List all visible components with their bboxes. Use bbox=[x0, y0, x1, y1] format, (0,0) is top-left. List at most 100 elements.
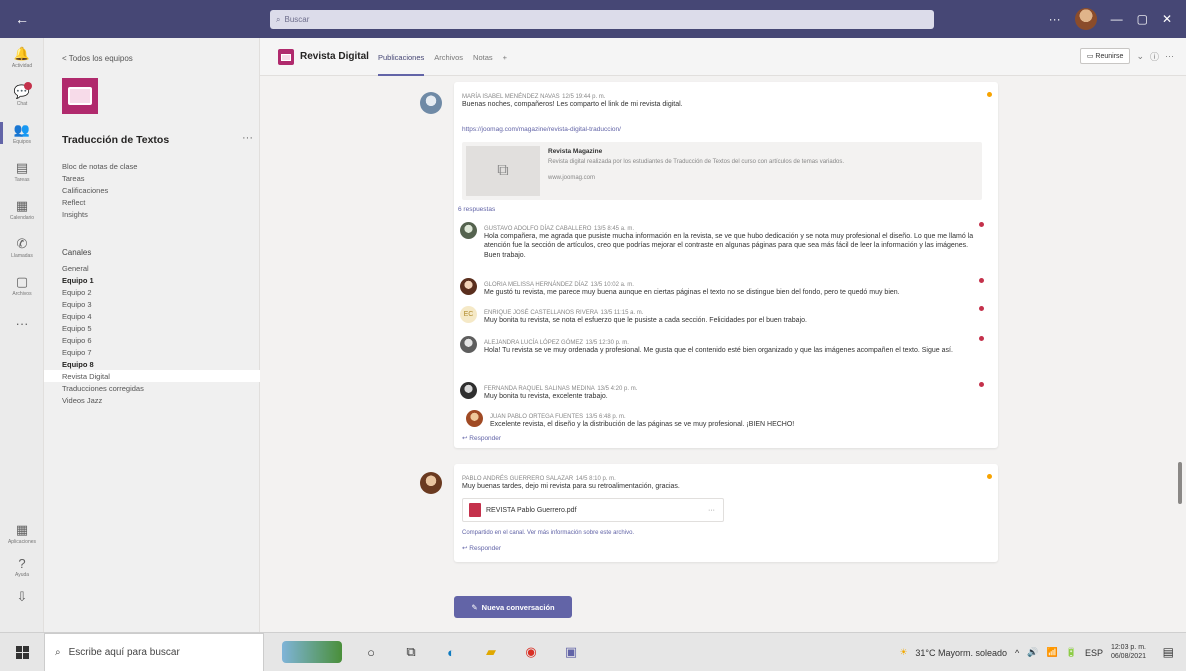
preview-url: www.joomag.com bbox=[548, 174, 596, 181]
bell-icon: 🔔 bbox=[13, 45, 31, 61]
back-arrow-icon[interactable]: ← bbox=[0, 0, 44, 38]
channel-item[interactable]: Traducciones corregidas bbox=[44, 382, 260, 394]
nav-grades[interactable]: Calificaciones bbox=[62, 184, 262, 196]
channel-item[interactable]: Equipo 6 bbox=[44, 334, 260, 346]
avatar bbox=[460, 278, 477, 295]
tasks-icon: ▤ bbox=[15, 159, 29, 175]
weather-icon: ☀ bbox=[899, 647, 908, 657]
channel-item[interactable]: Videos Jazz bbox=[44, 394, 260, 406]
taskbar-apps: ○ ⧉ ◐ ▰ ◉ ▣ bbox=[282, 641, 582, 663]
channel-item-selected[interactable]: Revista Digital bbox=[44, 370, 260, 382]
channels-heading: Canales bbox=[62, 248, 92, 257]
rail-calendar[interactable]: ▦ Calendario bbox=[0, 190, 44, 228]
rail-teams[interactable]: 👥 Equipos bbox=[0, 114, 44, 152]
cortana-icon[interactable]: ○ bbox=[360, 641, 382, 663]
nav-insights[interactable]: Insights bbox=[62, 208, 262, 220]
reply-text: Me gustó tu revista, me parece muy buena… bbox=[484, 289, 900, 296]
apps-icon: ▦ bbox=[15, 521, 29, 537]
link-preview[interactable]: ⧉ Revista Magazine Revista digital reali… bbox=[462, 142, 982, 200]
reaction-icon bbox=[987, 474, 992, 479]
rail-activity[interactable]: 🔔 Actividad bbox=[0, 38, 44, 76]
post-text: Muy buenas tardes, dejo mi revista para … bbox=[462, 483, 680, 490]
scrollbar[interactable] bbox=[1178, 462, 1182, 504]
taskbar-search-input[interactable]: ⌕ Escribe aquí para buscar bbox=[44, 632, 264, 671]
channel-item[interactable]: Equipo 5 bbox=[44, 322, 260, 334]
maximize-button[interactable]: ▢ bbox=[1137, 12, 1148, 26]
avatar-initials: EC bbox=[460, 306, 477, 323]
minimize-button[interactable]: — bbox=[1111, 12, 1123, 26]
volume-icon[interactable]: 🔊 bbox=[1027, 647, 1038, 658]
replies-collapse[interactable]: 6 respuestas bbox=[458, 206, 495, 213]
file-name: REVISTA Pablo Guerrero.pdf bbox=[486, 506, 577, 514]
weather-text[interactable]: 31°C Mayorm. soleado bbox=[915, 648, 1007, 658]
close-button[interactable]: ✕ bbox=[1162, 12, 1172, 26]
teams-icon[interactable]: ▣ bbox=[560, 641, 582, 663]
rail-help[interactable]: ? Ayuda bbox=[0, 552, 44, 582]
channel-item[interactable]: Equipo 1 bbox=[44, 274, 260, 286]
wifi-icon[interactable]: 📶 bbox=[1047, 647, 1058, 658]
reply-button[interactable]: ↩ Responder bbox=[462, 434, 501, 442]
reaction-icon bbox=[979, 382, 984, 387]
chrome-icon[interactable]: ◉ bbox=[520, 641, 542, 663]
nav-class-notebook[interactable]: Bloc de notas de clase bbox=[62, 160, 262, 172]
search-input[interactable]: ⌕ Buscar bbox=[270, 10, 934, 29]
channel-item[interactable]: Equipo 2 bbox=[44, 286, 260, 298]
reaction-icon bbox=[979, 222, 984, 227]
rail-download[interactable]: ⇩ bbox=[0, 582, 44, 612]
team-more-icon[interactable]: ··· bbox=[242, 132, 253, 144]
battery-icon[interactable]: 🔋 bbox=[1066, 647, 1077, 658]
notifications-icon[interactable]: ▤ bbox=[1163, 645, 1174, 659]
avatar bbox=[420, 92, 442, 114]
reply-button[interactable]: ↩ Responder bbox=[462, 544, 501, 552]
channel-tabs: Publicaciones Archivos Notas + bbox=[378, 38, 507, 76]
edge-icon[interactable]: ◐ bbox=[440, 641, 462, 663]
nav-assignments[interactable]: Tareas bbox=[62, 172, 262, 184]
user-avatar[interactable] bbox=[1074, 8, 1097, 30]
channel-item[interactable]: Equipo 7 bbox=[44, 346, 260, 358]
post-text: Buenas noches, compañeros! Les comparto … bbox=[462, 101, 683, 108]
system-tray: ☀ 31°C Mayorm. soleado ^ 🔊 📶 🔋 ESP 12:03… bbox=[899, 633, 1146, 671]
more-options-icon[interactable]: ··· bbox=[1049, 12, 1061, 26]
tab-notes[interactable]: Notas bbox=[473, 38, 493, 76]
rail-tasks[interactable]: ▤ Tareas bbox=[0, 152, 44, 190]
file-attachment[interactable]: REVISTA Pablo Guerrero.pdf ··· bbox=[462, 498, 724, 522]
post-link[interactable]: https://joomag.com/magazine/revista-digi… bbox=[462, 126, 621, 133]
reaction-icon bbox=[979, 336, 984, 341]
help-icon: ? bbox=[18, 556, 26, 571]
add-tab-button[interactable]: + bbox=[503, 38, 507, 76]
channel-item[interactable]: Equipo 4 bbox=[44, 310, 260, 322]
file-explorer-icon[interactable]: ▰ bbox=[480, 641, 502, 663]
app-rail: 🔔 Actividad 💬 Chat 👥 Equipos ▤ Tareas ▦ … bbox=[0, 38, 44, 632]
channel-list: General Equipo 1 Equipo 2 Equipo 3 Equip… bbox=[44, 262, 260, 406]
rail-chat[interactable]: 💬 Chat bbox=[0, 76, 44, 114]
chevron-down-icon[interactable]: ⌄ bbox=[1136, 51, 1144, 62]
channel-item[interactable]: Equipo 3 bbox=[44, 298, 260, 310]
clock[interactable]: 12:03 p. m. 06/08/2021 bbox=[1111, 644, 1146, 661]
file-footer-link[interactable]: Compartido en el canal. Ver más informac… bbox=[462, 530, 634, 536]
channel-item[interactable]: General bbox=[44, 262, 260, 274]
tab-posts[interactable]: Publicaciones bbox=[378, 38, 425, 76]
language-indicator[interactable]: ESP bbox=[1085, 648, 1103, 658]
all-teams-link[interactable]: < Todos los equipos bbox=[62, 54, 133, 63]
windows-logo-icon bbox=[15, 645, 29, 659]
search-icon: ⌕ bbox=[276, 14, 281, 24]
compose-icon: ✎ bbox=[471, 602, 478, 612]
file-more-icon[interactable]: ··· bbox=[708, 507, 715, 514]
more-icon[interactable]: ··· bbox=[1165, 51, 1174, 61]
rail-apps[interactable]: ▦ Aplicaciones bbox=[0, 514, 44, 552]
rail-calls[interactable]: ✆ Llamadas bbox=[0, 228, 44, 266]
rail-more[interactable]: ··· bbox=[0, 304, 44, 342]
preview-title: Revista Magazine bbox=[548, 148, 603, 155]
channel-item[interactable]: Equipo 8 bbox=[44, 358, 260, 370]
rail-files[interactable]: ▢ Archivos bbox=[0, 266, 44, 304]
tray-chevron-icon[interactable]: ^ bbox=[1015, 648, 1019, 658]
start-button[interactable] bbox=[0, 633, 44, 671]
team-name: Traducción de Textos bbox=[62, 134, 170, 146]
widgets-icon[interactable] bbox=[282, 641, 342, 663]
info-icon[interactable]: ⓘ bbox=[1150, 50, 1159, 63]
tab-files[interactable]: Archivos bbox=[434, 38, 463, 76]
new-conversation-button[interactable]: ✎ Nueva conversación bbox=[454, 596, 572, 618]
task-view-icon[interactable]: ⧉ bbox=[400, 641, 422, 663]
meet-button[interactable]: ▭ Reunirse bbox=[1079, 48, 1131, 64]
nav-reflect[interactable]: Reflect bbox=[62, 196, 262, 208]
